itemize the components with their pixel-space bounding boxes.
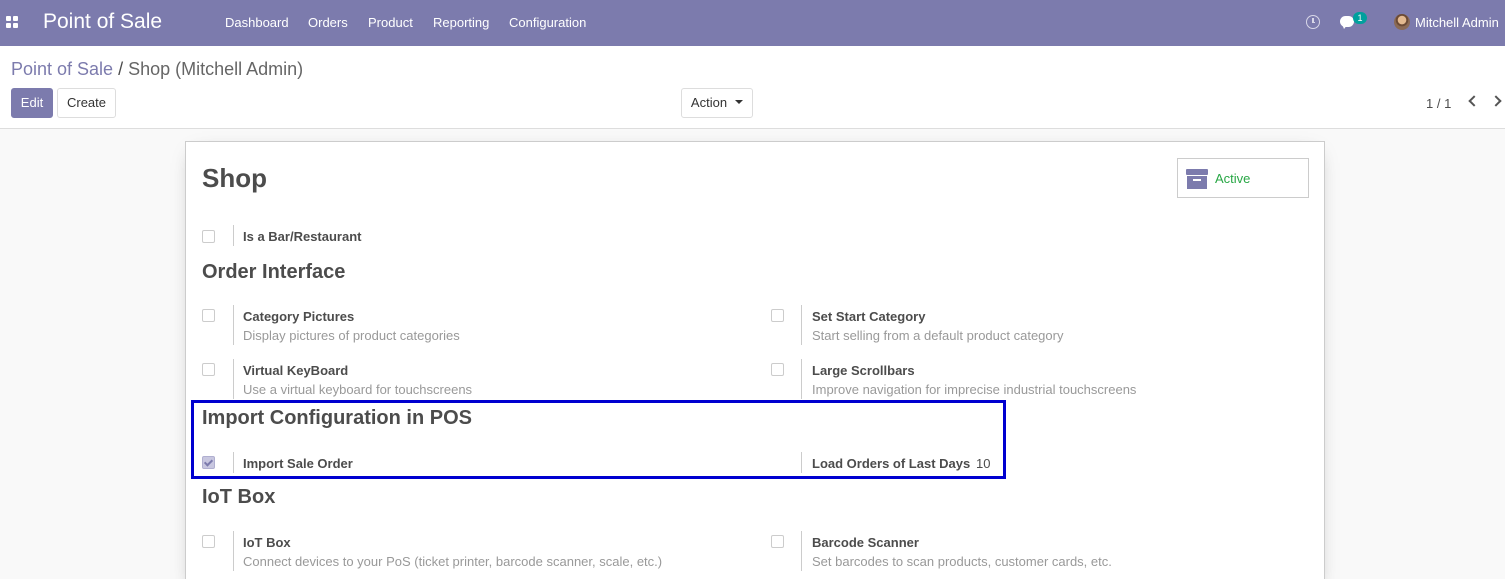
user-menu[interactable]: Mitchell Admin <box>1415 15 1499 30</box>
edit-button[interactable]: Edit <box>11 88 53 118</box>
import-sale-order-label: Import Sale Order <box>243 456 353 471</box>
virtual-keyboard-help: Use a virtual keyboard for touchscreens <box>243 382 473 397</box>
action-dropdown-button[interactable]: Action <box>681 88 753 118</box>
top-navbar: Point of Sale Dashboard Orders Product R… <box>0 0 1505 46</box>
category-pictures-help: Display pictures of product categories <box>243 328 460 343</box>
barcode-scanner-help: Set barcodes to scan products, customer … <box>812 554 1112 569</box>
virtual-keyboard-label: Virtual KeyBoard <box>243 363 349 378</box>
start-category-help: Start selling from a default product cat… <box>812 328 1064 343</box>
start-category-label: Set Start Category <box>812 309 926 324</box>
breadcrumb-current: Shop (Mitchell Admin) <box>128 59 304 79</box>
large-scrollbars-checkbox[interactable] <box>771 363 784 376</box>
iot-box-checkbox[interactable] <box>202 535 215 548</box>
activity-clock-icon[interactable] <box>1306 15 1320 29</box>
divider <box>233 225 234 246</box>
divider <box>801 452 802 473</box>
menu-orders[interactable]: Orders <box>308 15 348 30</box>
apps-menu-icon[interactable] <box>6 16 18 28</box>
breadcrumb: Point of Sale / Shop (Mitchell Admin) <box>11 59 303 80</box>
menu-configuration[interactable]: Configuration <box>509 15 586 30</box>
bar-restaurant-checkbox[interactable] <box>202 230 215 243</box>
action-label: Action <box>690 95 728 110</box>
iot-box-help: Connect devices to your PoS (ticket prin… <box>243 554 663 569</box>
category-pictures-checkbox[interactable] <box>202 309 215 322</box>
messages-count-badge: 1 <box>1353 12 1367 24</box>
start-category-checkbox[interactable] <box>771 309 784 322</box>
large-scrollbars-help: Improve navigation for imprecise industr… <box>812 382 1137 397</box>
section-title-import-configuration: Import Configuration in POS <box>202 407 472 429</box>
iot-box-label: IoT Box <box>243 535 291 550</box>
app-title: Point of Sale <box>43 10 163 33</box>
pager-value[interactable]: 1 / 1 <box>1426 96 1451 111</box>
control-panel: Point of Sale / Shop (Mitchell Admin) Edit… <box>0 46 1505 129</box>
breadcrumb-separator: / <box>118 59 124 79</box>
section-title-order-interface: Order Interface <box>202 261 346 283</box>
import-sale-order-checkbox[interactable] <box>202 456 215 469</box>
divider <box>233 359 234 399</box>
large-scrollbars-label: Large Scrollbars <box>812 363 915 378</box>
divider <box>801 359 802 399</box>
barcode-scanner-checkbox[interactable] <box>771 535 784 548</box>
divider <box>801 531 802 571</box>
divider <box>233 305 234 345</box>
archive-icon <box>1186 169 1208 189</box>
virtual-keyboard-checkbox[interactable] <box>202 363 215 376</box>
divider <box>233 452 234 473</box>
form-sheet: Shop Active Is a Bar/Restaurant Order In… <box>185 141 1325 579</box>
menu-reporting[interactable]: Reporting <box>433 15 489 30</box>
category-pictures-label: Category Pictures <box>243 309 355 324</box>
user-avatar[interactable] <box>1394 14 1410 30</box>
pager-next-icon[interactable] <box>1490 95 1502 107</box>
menu-product[interactable]: Product <box>368 15 413 30</box>
barcode-scanner-label: Barcode Scanner <box>812 535 919 550</box>
create-button[interactable]: Create <box>57 88 116 118</box>
caret-down-icon <box>735 99 744 104</box>
active-label: Active <box>1215 171 1251 186</box>
divider <box>233 531 234 571</box>
menu-dashboard[interactable]: Dashboard <box>225 15 289 30</box>
breadcrumb-parent-link[interactable]: Point of Sale <box>11 59 113 79</box>
section-title-iot-box: IoT Box <box>202 486 276 508</box>
bar-restaurant-label: Is a Bar/Restaurant <box>243 229 362 244</box>
pager-previous-icon[interactable] <box>1468 95 1480 107</box>
load-orders-label: Load Orders of Last Days <box>812 456 971 471</box>
record-title: Shop <box>202 163 267 193</box>
load-orders-days-input[interactable]: 10 <box>976 456 990 471</box>
active-toggle-button[interactable]: Active <box>1177 158 1309 198</box>
messages-chat-icon[interactable] <box>1340 16 1354 29</box>
divider <box>801 305 802 345</box>
